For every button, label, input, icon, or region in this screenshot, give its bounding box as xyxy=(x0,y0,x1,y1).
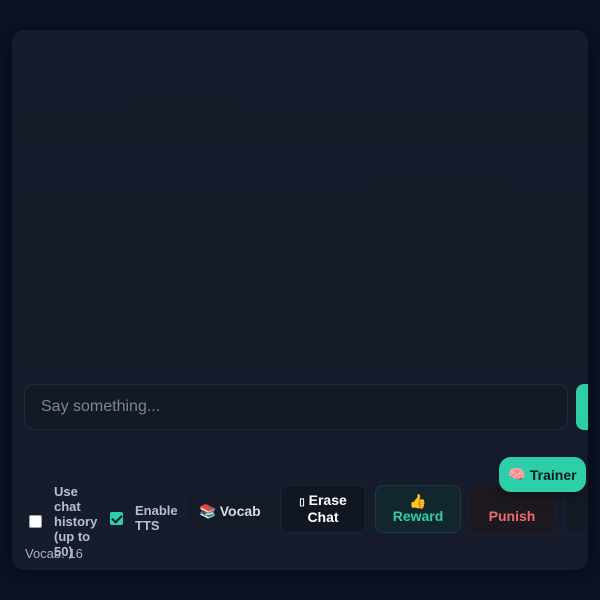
trainer-button-label: Trainer xyxy=(529,466,577,483)
punish-button-label: Punish xyxy=(488,508,536,524)
trainer-button[interactable]: 🧠 Trainer xyxy=(499,457,586,492)
chat-input-row xyxy=(24,384,568,430)
reward-button-label: Reward xyxy=(392,508,444,524)
erase-chat-label-line2: Chat xyxy=(307,509,339,525)
chat-input[interactable] xyxy=(24,384,568,430)
punish-button[interactable]: Punish xyxy=(469,485,555,533)
chat-message-area[interactable] xyxy=(12,30,588,372)
enable-tts-option[interactable]: Enable TTS xyxy=(110,503,178,533)
enable-tts-label: Enable TTS xyxy=(135,503,178,533)
enable-tts-checkbox[interactable] xyxy=(110,511,123,525)
use-history-checkbox[interactable] xyxy=(29,515,42,528)
send-button[interactable] xyxy=(576,384,588,430)
chat-app-card: Use chat history (up to 50) Enable TTS 📚… xyxy=(12,30,588,570)
vocab-button-label: Vocab xyxy=(219,502,261,519)
erase-chat-label-line1: ▯ Erase xyxy=(299,492,347,509)
thumbs-up-icon: 👍 xyxy=(409,493,427,509)
brain-icon: 🧠 xyxy=(508,466,526,482)
overflow-button[interactable] xyxy=(565,485,588,533)
reward-button[interactable]: 👍 Reward xyxy=(375,485,461,533)
vocab-count: Vocab: 16 xyxy=(25,546,83,561)
erase-chat-button[interactable]: ▯ Erase Chat xyxy=(280,485,366,533)
books-icon: 📚 xyxy=(199,502,217,519)
vocab-button[interactable]: 📚 Vocab xyxy=(188,495,272,527)
missing-glyph-icon: ▯ xyxy=(299,497,305,508)
